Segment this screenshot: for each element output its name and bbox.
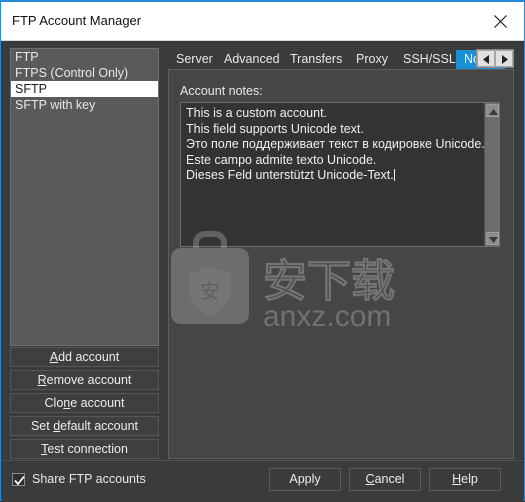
btn-post: emove account — [46, 373, 132, 387]
list-item[interactable]: SFTP with key — [11, 97, 158, 113]
btn-mnemonic: C — [365, 472, 375, 486]
share-ftp-accounts-checkbox[interactable]: Share FTP accounts — [12, 472, 146, 486]
account-notes-value[interactable]: This is a custom account. This field sup… — [186, 106, 485, 184]
clone-account-button[interactable]: Clone account — [10, 393, 159, 413]
tab-server[interactable]: Server — [168, 50, 222, 69]
btn-pre: Apply — [289, 472, 321, 486]
tab-proxy[interactable]: Proxy — [348, 50, 397, 69]
svg-text:安: 安 — [200, 281, 219, 303]
tab-advanced[interactable]: Advanced — [216, 50, 289, 69]
checkbox-label: Share FTP accounts — [32, 472, 146, 486]
tab-transfers[interactable]: Transfers — [282, 50, 352, 69]
dialog-footer: Share FTP accounts Apply Cancel Help — [2, 460, 523, 502]
window-title: FTP Account Manager — [12, 13, 142, 28]
btn-post: ancel — [374, 472, 405, 486]
tab-sshssl[interactable]: SSH/SSL — [395, 50, 465, 69]
dialog-body: FTP FTPS (Control Only) SFTP SFTP with k… — [2, 41, 523, 460]
list-item[interactable]: FTPS (Control Only) — [11, 65, 158, 81]
scroll-down-icon[interactable] — [486, 232, 499, 245]
help-button[interactable]: Help — [429, 468, 501, 491]
btn-pre: Clo — [44, 396, 64, 410]
briefcase-shield-logo: 安 — [171, 231, 249, 324]
btn-post: elp — [461, 472, 478, 486]
add-account-button[interactable]: Add account — [10, 347, 159, 367]
btn-mnemonic: R — [37, 373, 47, 387]
list-item[interactable]: FTP — [11, 49, 158, 65]
notes-scrollbar[interactable] — [484, 103, 499, 246]
btn-post: est connection — [47, 442, 128, 456]
tab-scroller — [476, 49, 514, 68]
remove-account-button[interactable]: Remove account — [10, 370, 159, 390]
account-list[interactable]: FTP FTPS (Control Only) SFTP SFTP with k… — [10, 48, 159, 346]
arrow-left-icon[interactable] — [477, 50, 495, 67]
test-connection-button[interactable]: Test connection — [10, 439, 159, 459]
btn-post: efault account — [60, 419, 139, 433]
btn-post: dd account — [58, 350, 120, 364]
btn-mnemonic: A — [49, 350, 59, 364]
ftp-account-manager-window: FTP Account Manager FTP FTPS (Control On… — [0, 0, 525, 502]
tab-strip: Server Advanced Transfers Proxy SSH/SSL … — [168, 48, 514, 69]
text-caret — [393, 169, 395, 182]
cancel-button[interactable]: Cancel — [349, 468, 421, 491]
checkbox-box[interactable] — [12, 472, 25, 486]
svg-text:安下载: 安下载 — [263, 256, 395, 307]
notes-tab-panel: Account notes: This is a custom account.… — [168, 69, 514, 459]
close-button[interactable] — [478, 2, 524, 40]
set-default-account-button[interactable]: Set default account — [10, 416, 159, 436]
account-notes-field[interactable]: This is a custom account. This field sup… — [180, 102, 500, 247]
arrow-right-icon[interactable] — [495, 50, 513, 67]
scroll-up-icon[interactable] — [486, 104, 499, 117]
btn-pre: Set — [30, 419, 54, 433]
list-item[interactable]: SFTP — [11, 81, 158, 97]
apply-button[interactable]: Apply — [269, 468, 341, 491]
btn-mnemonic: H — [452, 472, 462, 486]
title-bar: FTP Account Manager — [1, 2, 524, 41]
account-notes-label: Account notes: — [180, 84, 263, 98]
btn-post: e account — [70, 396, 125, 410]
svg-text:anxz.com: anxz.com — [263, 300, 391, 332]
